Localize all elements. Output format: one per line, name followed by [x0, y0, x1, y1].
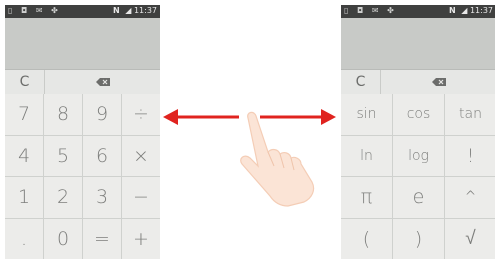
- key-sqrt[interactable]: √: [445, 218, 495, 259]
- key-pi[interactable]: π: [341, 177, 392, 218]
- key-log[interactable]: log: [393, 135, 444, 176]
- key-ln[interactable]: ln: [341, 135, 392, 176]
- key-9[interactable]: 9: [83, 94, 121, 135]
- basic-calculator-screen: ▯ ◘ ✉ ✤ N ◢ 11:37 C 7 8 9 ÷ 4 5 6 × 1 2 …: [5, 5, 160, 259]
- arrow-left-icon: [163, 109, 239, 125]
- clear-row: C: [341, 69, 495, 94]
- scientific-calculator-screen: ▯ ◘ ✉ ✤ N ◢ 11:37 C sin cos tan ln log !…: [341, 5, 495, 259]
- backspace-icon: [431, 78, 446, 86]
- backspace-button[interactable]: [45, 70, 160, 94]
- basic-keypad: 7 8 9 ÷ 4 5 6 × 1 2 3 − . 0 = +: [5, 94, 160, 259]
- clear-row: C: [5, 69, 160, 94]
- key-decimal[interactable]: .: [5, 218, 43, 259]
- status-right: N ◢ 11:37: [449, 6, 493, 15]
- scientific-keypad: sin cos tan ln log ! π e ^ ( ) √: [341, 94, 495, 259]
- status-bar: ▯ ◘ ✉ ✤ N ◢ 11:37: [5, 5, 160, 18]
- key-tan[interactable]: tan: [445, 94, 495, 135]
- status-bar: ▯ ◘ ✉ ✤ N ◢ 11:37: [341, 5, 495, 18]
- key-multiply[interactable]: ×: [122, 135, 160, 176]
- clear-button[interactable]: C: [5, 70, 45, 94]
- clock: 11:37: [133, 6, 157, 15]
- key-equals[interactable]: =: [83, 218, 121, 259]
- key-7[interactable]: 7: [5, 94, 43, 135]
- key-3[interactable]: 3: [83, 177, 121, 218]
- notification-icons: ▯ ◘ ✉ ✤: [8, 6, 61, 15]
- key-6[interactable]: 6: [83, 135, 121, 176]
- key-2[interactable]: 2: [44, 177, 82, 218]
- status-right: N ◢ 11:37: [113, 6, 157, 15]
- notification-icons: ▯ ◘ ✉ ✤: [344, 6, 397, 15]
- key-1[interactable]: 1: [5, 177, 43, 218]
- key-0[interactable]: 0: [44, 218, 82, 259]
- key-sin[interactable]: sin: [341, 94, 392, 135]
- key-4[interactable]: 4: [5, 135, 43, 176]
- key-divide[interactable]: ÷: [122, 94, 160, 135]
- key-plus[interactable]: +: [122, 218, 160, 259]
- key-e[interactable]: e: [393, 177, 444, 218]
- key-open-paren[interactable]: (: [341, 218, 392, 259]
- signal-icon: ◢: [125, 6, 132, 15]
- clear-button[interactable]: C: [341, 70, 381, 94]
- backspace-icon: [95, 78, 110, 86]
- key-5[interactable]: 5: [44, 135, 82, 176]
- clock: 11:37: [469, 6, 493, 15]
- nfc-icon: N: [112, 6, 120, 15]
- signal-icon: ◢: [461, 6, 468, 15]
- key-close-paren[interactable]: ): [393, 218, 444, 259]
- backspace-button[interactable]: [381, 70, 495, 94]
- nfc-icon: N: [448, 6, 456, 15]
- key-power[interactable]: ^: [445, 177, 495, 218]
- key-8[interactable]: 8: [44, 94, 82, 135]
- key-cos[interactable]: cos: [393, 94, 444, 135]
- key-minus[interactable]: −: [122, 177, 160, 218]
- swipe-hand-icon: [240, 111, 315, 207]
- key-factorial[interactable]: !: [445, 135, 495, 176]
- calculator-display: [5, 18, 160, 69]
- calculator-display: [341, 18, 495, 69]
